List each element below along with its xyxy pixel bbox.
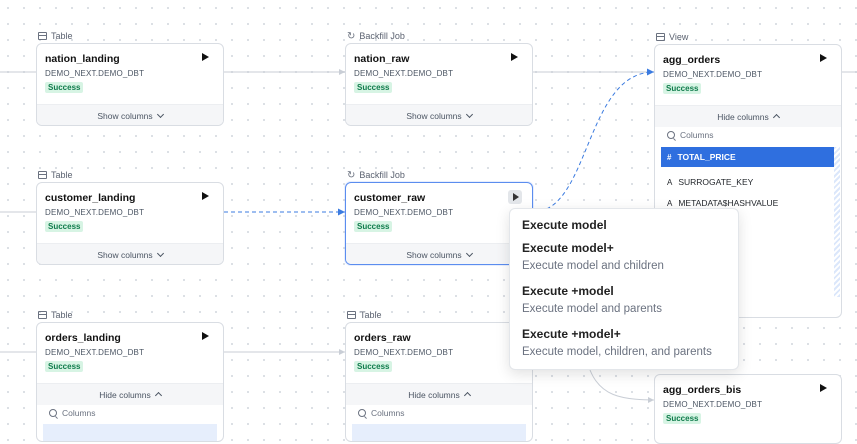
node-name: customer_raw [354,192,426,204]
hide-columns-button[interactable]: Hide columns [37,383,223,405]
view-icon [656,33,665,41]
node-orders-raw[interactable]: orders_raw DEMO_NEXT.DEMO_DBT Success Hi… [345,322,533,442]
node-schema: DEMO_NEXT.DEMO_DBT [45,348,145,357]
play-button[interactable] [508,190,522,204]
status-badge: Success [354,82,393,93]
play-icon[interactable] [202,53,209,61]
menu-item-subtitle: Execute model, children, and parents [522,346,712,358]
table-icon [38,32,47,40]
chevron-down-icon [465,110,473,118]
status-badge: Success [663,413,702,424]
history-icon: ↻ [347,30,356,42]
show-columns-button[interactable]: Show columns [37,104,223,125]
node-kind-table: Table [38,310,73,320]
node-schema: DEMO_NEXT.DEMO_DBT [663,400,763,409]
node-kind-table: Table [38,170,73,180]
chevron-up-icon [463,391,471,400]
text-type-icon: A [667,177,673,187]
table-icon [38,311,47,319]
status-badge: Success [45,221,84,232]
node-schema: DEMO_NEXT.DEMO_DBT [45,208,145,217]
search-icon [667,131,675,139]
menu-item-subtitle: Execute model and parents [522,303,663,315]
node-kind-table: Table [38,31,73,41]
play-icon[interactable] [202,192,209,200]
node-name: agg_orders_bis [663,384,742,396]
node-agg-orders-bis[interactable]: agg_orders_bis DEMO_NEXT.DEMO_DBT Succes… [654,374,842,444]
hide-columns-button[interactable]: Hide columns [655,105,841,127]
node-name: orders_raw [354,332,411,344]
node-customer-raw[interactable]: customer_raw DEMO_NEXT.DEMO_DBT Success … [345,182,533,265]
node-schema: DEMO_NEXT.DEMO_DBT [45,69,145,78]
node-name: nation_landing [45,53,120,65]
node-schema: DEMO_NEXT.DEMO_DBT [354,69,454,78]
edge-orders-bis [589,369,655,401]
status-badge: Success [354,221,393,232]
column-search[interactable]: Columns [358,408,405,418]
node-name: nation_raw [354,53,410,65]
play-icon[interactable] [511,53,518,61]
node-nation-raw[interactable]: nation_raw DEMO_NEXT.DEMO_DBT Success Sh… [345,43,533,126]
column-search[interactable]: Columns [49,408,96,418]
node-name: customer_landing [45,192,136,204]
play-icon[interactable] [202,332,209,340]
column-row-highlight[interactable] [352,424,526,441]
chevron-down-icon [465,249,473,257]
table-icon [347,311,356,319]
number-type-icon: # [667,152,672,162]
node-kind-backfill: ↻ Backfill Job [347,169,405,181]
node-kind-view: View [656,32,688,42]
show-columns-button[interactable]: Show columns [37,243,223,264]
search-icon [49,409,57,417]
menu-item-subtitle: Execute model and children [522,260,664,272]
hide-columns-button[interactable]: Hide columns [346,383,532,405]
execute-menu: Execute model Execute model+ Execute mod… [509,208,739,370]
menu-item-execute-plus-model[interactable]: Execute +model [522,284,614,298]
column-row-highlight[interactable] [43,424,217,441]
status-badge: Success [45,82,84,93]
node-name: agg_orders [663,54,721,66]
node-schema: DEMO_NEXT.DEMO_DBT [354,208,454,217]
columns-scrollbar[interactable] [834,147,840,297]
chevron-down-icon [156,110,164,118]
play-icon[interactable] [820,54,827,62]
node-nation-landing[interactable]: nation_landing DEMO_NEXT.DEMO_DBT Succes… [36,43,224,126]
show-columns-button[interactable]: Show columns [346,243,532,264]
column-search[interactable]: Columns [667,130,714,140]
node-kind-backfill: ↻ Backfill Job [347,30,405,42]
status-badge: Success [45,361,84,372]
table-icon [38,171,47,179]
menu-item-execute-plus-model-plus[interactable]: Execute +model+ [522,327,621,341]
node-schema: DEMO_NEXT.DEMO_DBT [354,348,454,357]
node-name: orders_landing [45,332,121,344]
menu-item-execute-model-plus[interactable]: Execute model+ [522,241,614,255]
node-schema: DEMO_NEXT.DEMO_DBT [663,70,763,79]
node-orders-landing[interactable]: orders_landing DEMO_NEXT.DEMO_DBT Succes… [36,322,224,442]
chevron-up-icon [772,113,780,122]
node-kind-table: Table [347,310,382,320]
chevron-down-icon [156,249,164,257]
history-icon: ↻ [347,169,356,181]
text-type-icon: A [667,198,673,208]
column-row[interactable]: A SURROGATE_KEY [661,172,835,192]
menu-item-execute-model[interactable]: Execute model [522,218,607,232]
edge-customer-agg [532,71,655,213]
play-icon[interactable] [820,384,827,392]
status-badge: Success [663,83,702,94]
column-row[interactable]: # TOTAL_PRICE [661,147,835,167]
chevron-up-icon [154,391,162,400]
status-badge: Success [354,361,393,372]
node-customer-landing[interactable]: customer_landing DEMO_NEXT.DEMO_DBT Succ… [36,182,224,265]
show-columns-button[interactable]: Show columns [346,104,532,125]
search-icon [358,409,366,417]
